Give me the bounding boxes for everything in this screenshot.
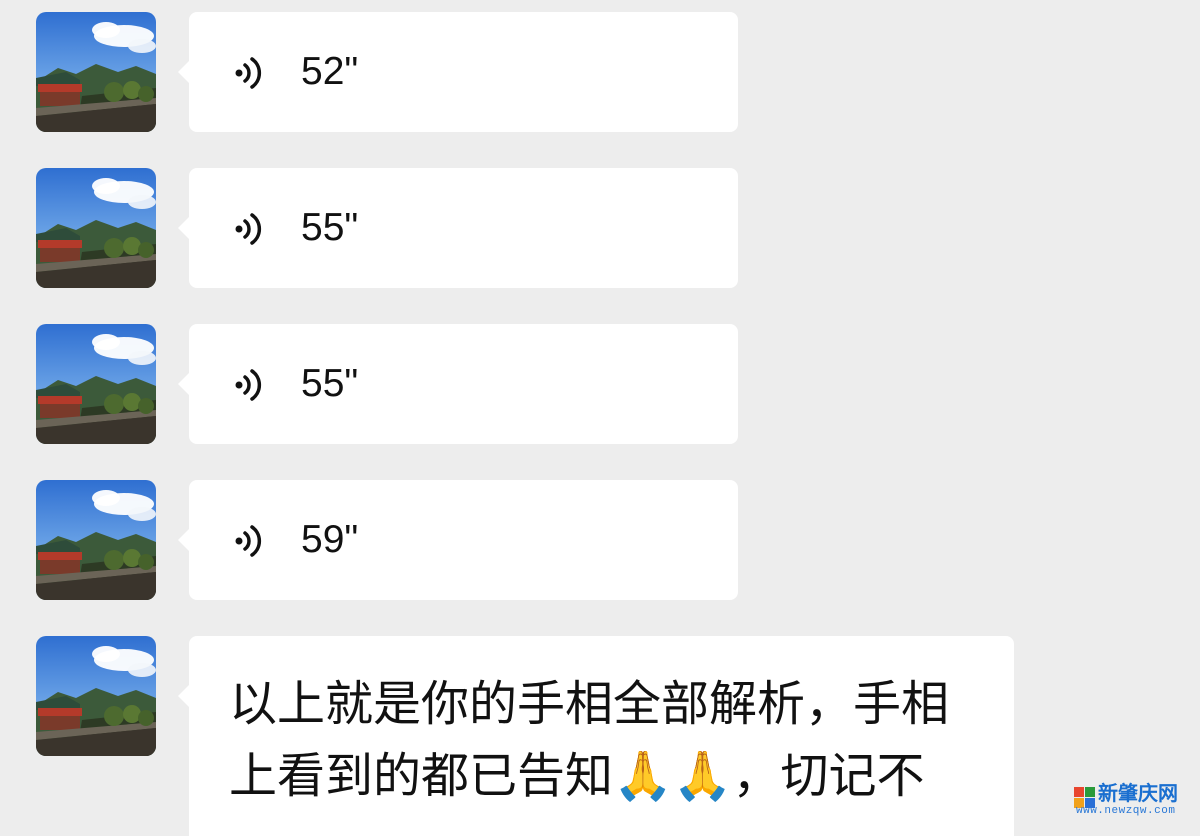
voice-message-bubble[interactable]: 59" xyxy=(178,480,738,600)
voice-duration: 59" xyxy=(301,518,359,561)
voice-duration: 55" xyxy=(301,362,359,405)
message-text-line: 以上就是你的手相全部解析，手相 xyxy=(229,676,950,732)
voice-wave-icon xyxy=(233,55,269,91)
voice-wave-icon xyxy=(233,523,269,559)
site-watermark: 新肇庆网 www.newzqw.com xyxy=(1074,781,1186,819)
voice-wave-icon xyxy=(233,367,269,403)
landscape-avatar-icon[interactable] xyxy=(36,480,156,600)
voice-duration: 55" xyxy=(301,206,359,249)
voice-wave-icon xyxy=(233,211,269,247)
message-text-line: 上看到的都已告知🙏🙏，切记不 xyxy=(229,748,925,804)
text-message-bubble[interactable]: 以上就是你的手相全部解析，手相 上看到的都已告知🙏🙏，切记不 xyxy=(178,636,1014,836)
voice-message-bubble[interactable]: 52" xyxy=(178,12,738,132)
voice-message-bubble[interactable]: 55" xyxy=(178,324,738,444)
landscape-avatar-icon[interactable] xyxy=(36,636,156,756)
watermark-url: www.newzqw.com xyxy=(1076,805,1176,817)
watermark-name: 新肇庆网 xyxy=(1098,781,1178,805)
voice-message-bubble[interactable]: 55" xyxy=(178,168,738,288)
landscape-avatar-icon[interactable] xyxy=(36,168,156,288)
landscape-avatar-icon[interactable] xyxy=(36,12,156,132)
voice-duration: 52" xyxy=(301,50,359,93)
landscape-avatar-icon[interactable] xyxy=(36,324,156,444)
